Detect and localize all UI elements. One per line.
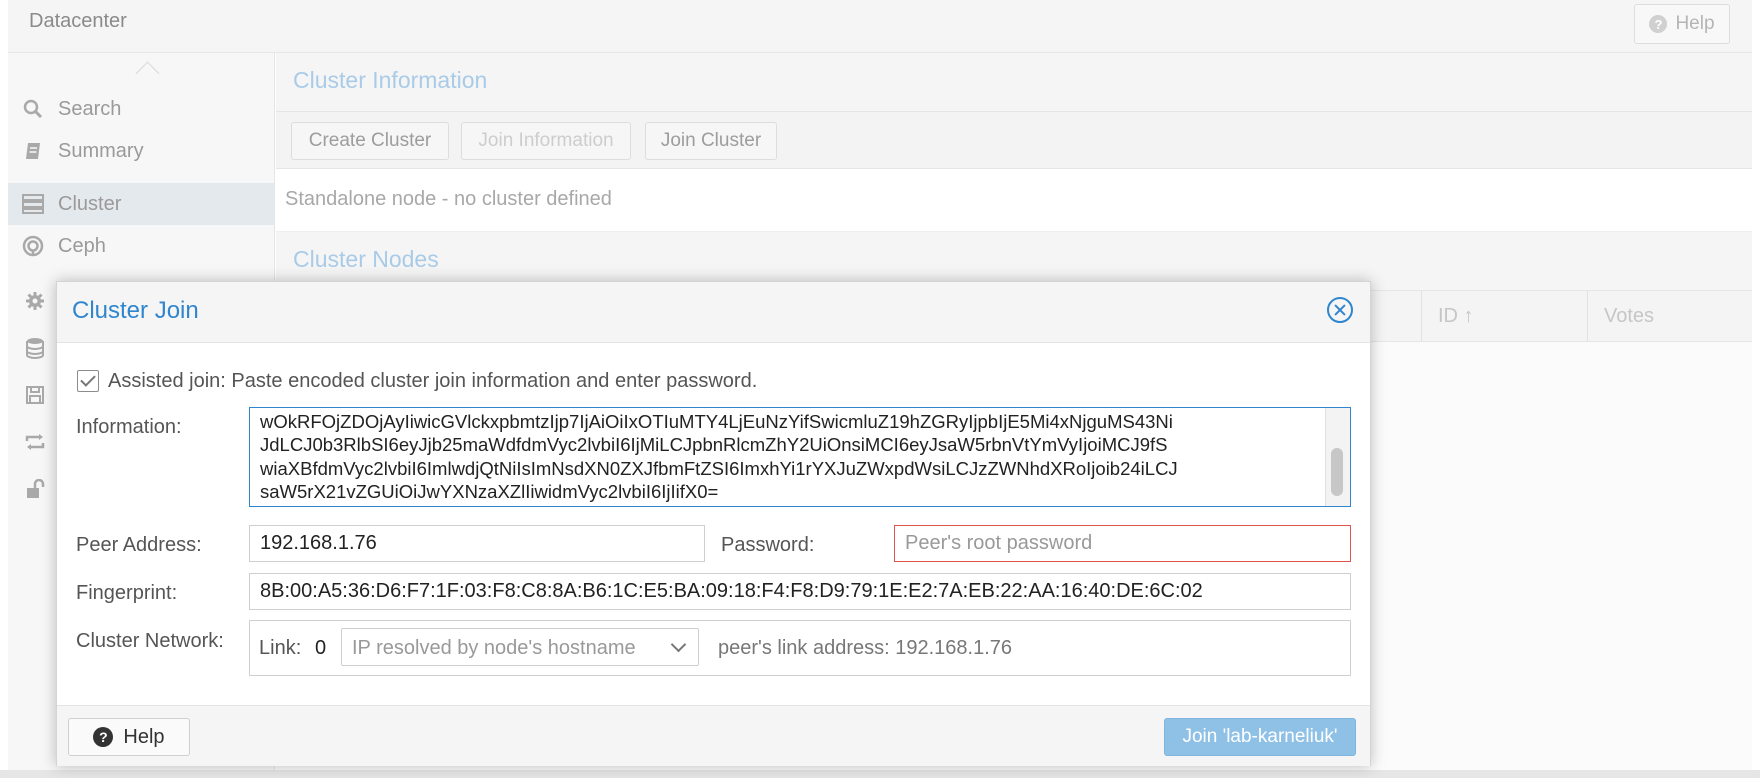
chevron-down-icon[interactable] (670, 636, 687, 653)
top-help-label: Help (1675, 13, 1715, 34)
unlock-icon[interactable] (22, 477, 48, 501)
database-icon[interactable] (22, 336, 48, 360)
top-bar: Datacenter ? Help (8, 0, 1752, 53)
cluster-information-header: Cluster Information (276, 53, 1752, 112)
password-input[interactable]: Peer's root password (894, 525, 1351, 562)
create-cluster-button[interactable]: Create Cluster (291, 122, 449, 160)
sidebar-item-summary[interactable]: Summary (8, 130, 274, 172)
scrollbar-thumb[interactable] (1331, 448, 1343, 496)
assisted-join-checkbox[interactable] (77, 370, 99, 392)
bottom-border (0, 770, 1760, 778)
peer-address-input[interactable]: 192.168.1.76 (249, 525, 705, 562)
sidebar-item-label: Cluster (58, 192, 122, 215)
save-icon[interactable] (22, 383, 48, 407)
question-icon: ? (1649, 15, 1668, 33)
dialog-header: Cluster Join (57, 282, 1370, 343)
password-placeholder: Peer's root password (905, 532, 1093, 554)
password-label: Password: (721, 534, 815, 556)
link-label: Link: (259, 637, 302, 659)
information-scrollbar[interactable] (1325, 408, 1350, 506)
information-line: saW5rX21vZGUiOiJwYXNzaXZlIiwidmVyc2lvbiI… (260, 480, 719, 502)
close-icon[interactable] (1327, 297, 1353, 323)
join-cluster-button[interactable]: Join Cluster (645, 122, 777, 160)
search-icon (22, 98, 44, 120)
cluster-network-box: Link: 0 IP resolved by node's hostname p… (249, 620, 1351, 676)
dialog-title: Cluster Join (72, 297, 199, 324)
collapse-caret-icon[interactable] (135, 61, 160, 86)
cluster-toolbar: Create Cluster Join Information Join Clu… (276, 112, 1752, 169)
information-line: wOkRFOjZDOjAyIiwicGVlckxpbmtzIjp7IjAiOiI… (260, 411, 1173, 432)
information-line: wiaXBfdmVyc2lvbiI6ImlwdjQtNiIsImNsdXN0ZX… (260, 457, 1178, 479)
dialog-footer: ? Help Join 'lab-karneliuk' (57, 705, 1370, 766)
column-header-votes[interactable]: Votes (1587, 291, 1752, 341)
help-button-label: Help (123, 725, 165, 748)
sidebar-item-ceph[interactable]: Ceph (8, 225, 274, 267)
assisted-join-label: Assisted join: Paste encoded cluster joi… (108, 369, 758, 392)
information-line: JdLCJ0b3RlbSI6eyJjb25maWdfdmVyc2lvbiI6Ij… (260, 434, 1168, 456)
link-address-select[interactable]: IP resolved by node's hostname (341, 628, 699, 666)
sidebar-item-cluster[interactable]: Cluster (8, 183, 274, 225)
information-label: Information: (76, 416, 182, 438)
fingerprint-value: 8B:00:A5:36:D6:F7:1F:03:F8:C8:8A:B6:1C:E… (260, 580, 1203, 602)
cluster-network-label: Cluster Network: (76, 630, 224, 652)
information-text: wOkRFOjZDOjAyIiwicGVlckxpbmtzIjp7IjAiOiI… (260, 410, 1320, 503)
gear-icon[interactable] (22, 289, 48, 313)
sidebar-item-label: Search (58, 97, 122, 120)
book-icon (22, 140, 44, 162)
datacenter-title: Datacenter (29, 10, 127, 32)
cluster-nodes-title: Cluster Nodes (293, 246, 439, 272)
sidebar-item-search[interactable]: Search (8, 88, 274, 130)
fingerprint-input[interactable]: 8B:00:A5:36:D6:F7:1F:03:F8:C8:8A:B6:1C:E… (249, 573, 1351, 610)
join-button[interactable]: Join 'lab-karneliuk' (1164, 718, 1356, 756)
ceph-icon (22, 235, 44, 257)
sidebar-item-label: Ceph (58, 234, 106, 257)
help-button[interactable]: ? Help (68, 718, 190, 756)
cluster-information-title: Cluster Information (293, 67, 488, 93)
top-help-button[interactable]: ? Help (1634, 4, 1730, 44)
cluster-join-dialog: Cluster Join Assisted join: Paste encode… (56, 281, 1371, 766)
cluster-status-row: Standalone node - no cluster defined (276, 169, 1752, 232)
link-address-select-value: IP resolved by node's hostname (352, 637, 636, 659)
peer-address-value: 192.168.1.76 (260, 532, 377, 554)
cluster-status-text: Standalone node - no cluster defined (285, 188, 612, 210)
peer-address-label: Peer Address: (76, 534, 202, 556)
question-icon: ? (93, 727, 114, 747)
information-textarea[interactable]: wOkRFOjZDOjAyIiwicGVlckxpbmtzIjp7IjAiOiI… (249, 407, 1351, 507)
join-information-button[interactable]: Join Information (461, 122, 631, 160)
assisted-join-row[interactable]: Assisted join: Paste encoded cluster joi… (77, 367, 757, 395)
server-icon (22, 193, 44, 215)
fingerprint-label: Fingerprint: (76, 582, 178, 604)
peer-link-address-text: peer's link address: 192.168.1.76 (718, 637, 1013, 659)
replication-icon[interactable] (22, 430, 48, 454)
sidebar-item-label: Summary (58, 139, 144, 162)
link-number: 0 (315, 637, 327, 659)
column-header-id[interactable]: ID ↑ (1421, 291, 1586, 341)
